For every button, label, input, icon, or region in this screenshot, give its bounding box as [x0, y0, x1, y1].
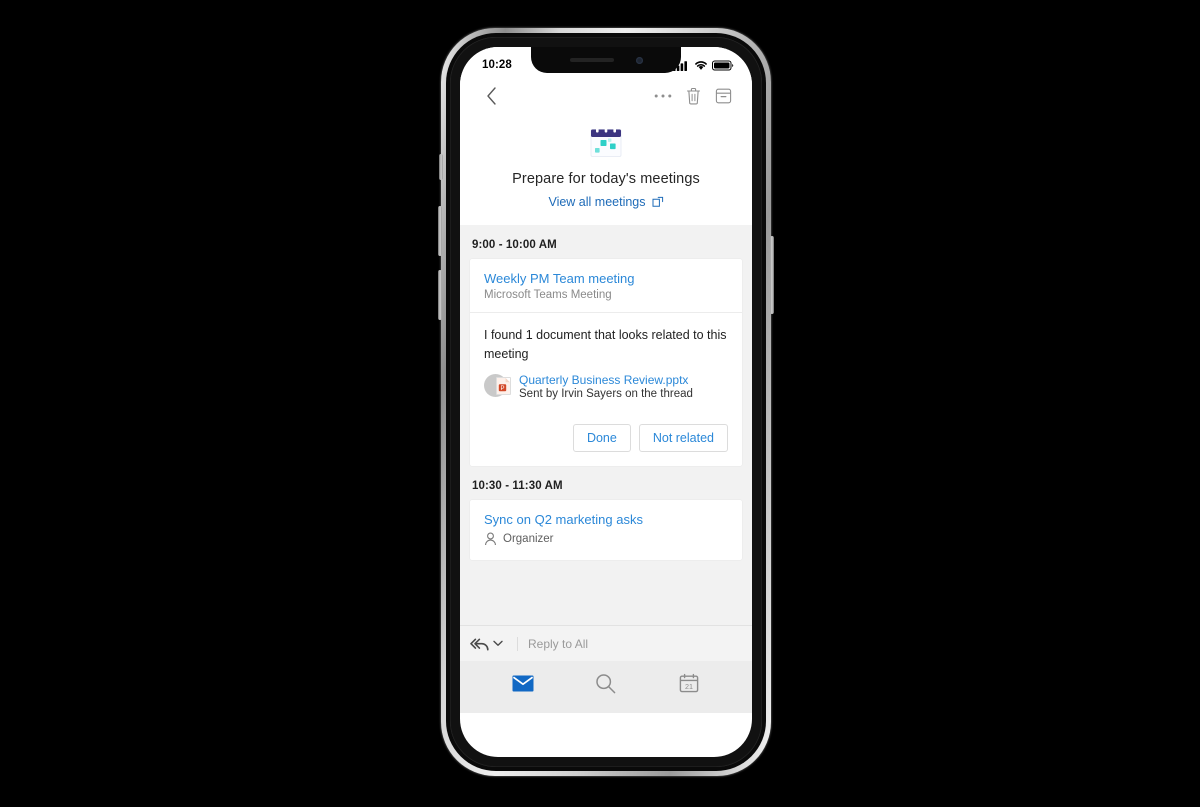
back-button[interactable]: [476, 81, 506, 111]
power-button[interactable]: [770, 236, 774, 314]
reply-all-control[interactable]: [470, 637, 511, 651]
meeting-title-1[interactable]: Weekly PM Team meeting: [484, 271, 728, 286]
organizer-label: Organizer: [503, 533, 554, 545]
hero-header: Prepare for today's meetings View all me…: [460, 115, 752, 225]
organizer-row: Organizer: [484, 532, 728, 546]
more-options-button[interactable]: [648, 81, 678, 111]
front-camera: [635, 56, 643, 64]
person-avatar: P: [484, 374, 511, 400]
tab-calendar[interactable]: 21: [669, 668, 709, 698]
time-range-1: 9:00 - 10:00 AM: [472, 239, 557, 251]
attachment-meta: Quarterly Business Review.pptx Sent by I…: [519, 373, 728, 400]
search-icon: [596, 673, 616, 693]
bottom-tab-bar: 21: [460, 661, 752, 713]
time-range-2: 10:30 - 11:30 AM: [472, 480, 563, 492]
delete-button[interactable]: [678, 81, 708, 111]
attachment-row[interactable]: P Quarterly Business Review.pptx Sent by…: [484, 373, 728, 400]
archive-icon: [715, 88, 731, 104]
page-title: Prepare for today's meetings: [512, 171, 700, 187]
view-all-meetings-label: View all meetings: [548, 195, 646, 209]
meeting-card-1[interactable]: Weekly PM Team meeting Microsoft Teams M…: [470, 259, 742, 466]
meeting-card-2[interactable]: Sync on Q2 marketing asks Organizer: [470, 500, 742, 560]
calendar-icon: [586, 125, 626, 161]
battery-icon: [712, 60, 734, 70]
wifi-icon: [695, 60, 707, 70]
device-notch: [531, 47, 681, 73]
calendar-day-number: 21: [685, 682, 693, 691]
attachment-sender: Sent by Irvin Sayers on the thread: [519, 388, 693, 400]
phone-screen: 10:28 Prepare for today's meetings View …: [460, 47, 752, 757]
status-icons: [673, 60, 734, 71]
chevron-down-icon: [493, 640, 503, 646]
meeting-subtitle-1: Microsoft Teams Meeting: [484, 289, 612, 301]
phone-frame: 10:28 Prepare for today's meetings View …: [438, 28, 774, 776]
archive-button[interactable]: [708, 81, 738, 111]
calendar-day-icon: 21: [679, 673, 698, 693]
ellipsis-icon: [654, 94, 672, 98]
person-icon: [485, 532, 496, 546]
reply-bar[interactable]: [460, 625, 752, 661]
done-button[interactable]: Done: [572, 424, 631, 452]
message-toolbar: [460, 77, 752, 115]
svg-text:P: P: [500, 386, 504, 392]
silence-switch[interactable]: [439, 154, 443, 180]
tab-mail[interactable]: [503, 668, 543, 698]
status-time: 10:28: [482, 59, 512, 71]
suggestion-body: I found 1 document that looks related to…: [470, 313, 742, 412]
attachment-filename[interactable]: Quarterly Business Review.pptx: [519, 373, 728, 387]
volume-up-button[interactable]: [438, 206, 442, 256]
message-content[interactable]: Prepare for today's meetings View all me…: [460, 115, 752, 661]
reply-input[interactable]: [517, 636, 742, 651]
view-all-meetings-link[interactable]: View all meetings: [460, 195, 752, 209]
earpiece-speaker: [569, 58, 614, 62]
trash-icon: [686, 87, 700, 105]
powerpoint-file-icon: P: [496, 377, 511, 395]
not-related-button[interactable]: Not related: [638, 424, 728, 452]
reply-all-icon: [470, 638, 489, 650]
meeting-title-2[interactable]: Sync on Q2 marketing asks: [484, 512, 728, 527]
suggestion-text: I found 1 document that looks related to…: [484, 328, 727, 361]
volume-down-button[interactable]: [438, 270, 442, 320]
mail-icon: [512, 675, 534, 691]
open-external-icon: [652, 196, 663, 207]
chevron-left-icon: [486, 87, 496, 105]
suggestion-actions: Done Not related: [470, 412, 742, 466]
meeting-header-1[interactable]: Weekly PM Team meeting Microsoft Teams M…: [470, 259, 742, 313]
tab-search[interactable]: [586, 668, 626, 698]
